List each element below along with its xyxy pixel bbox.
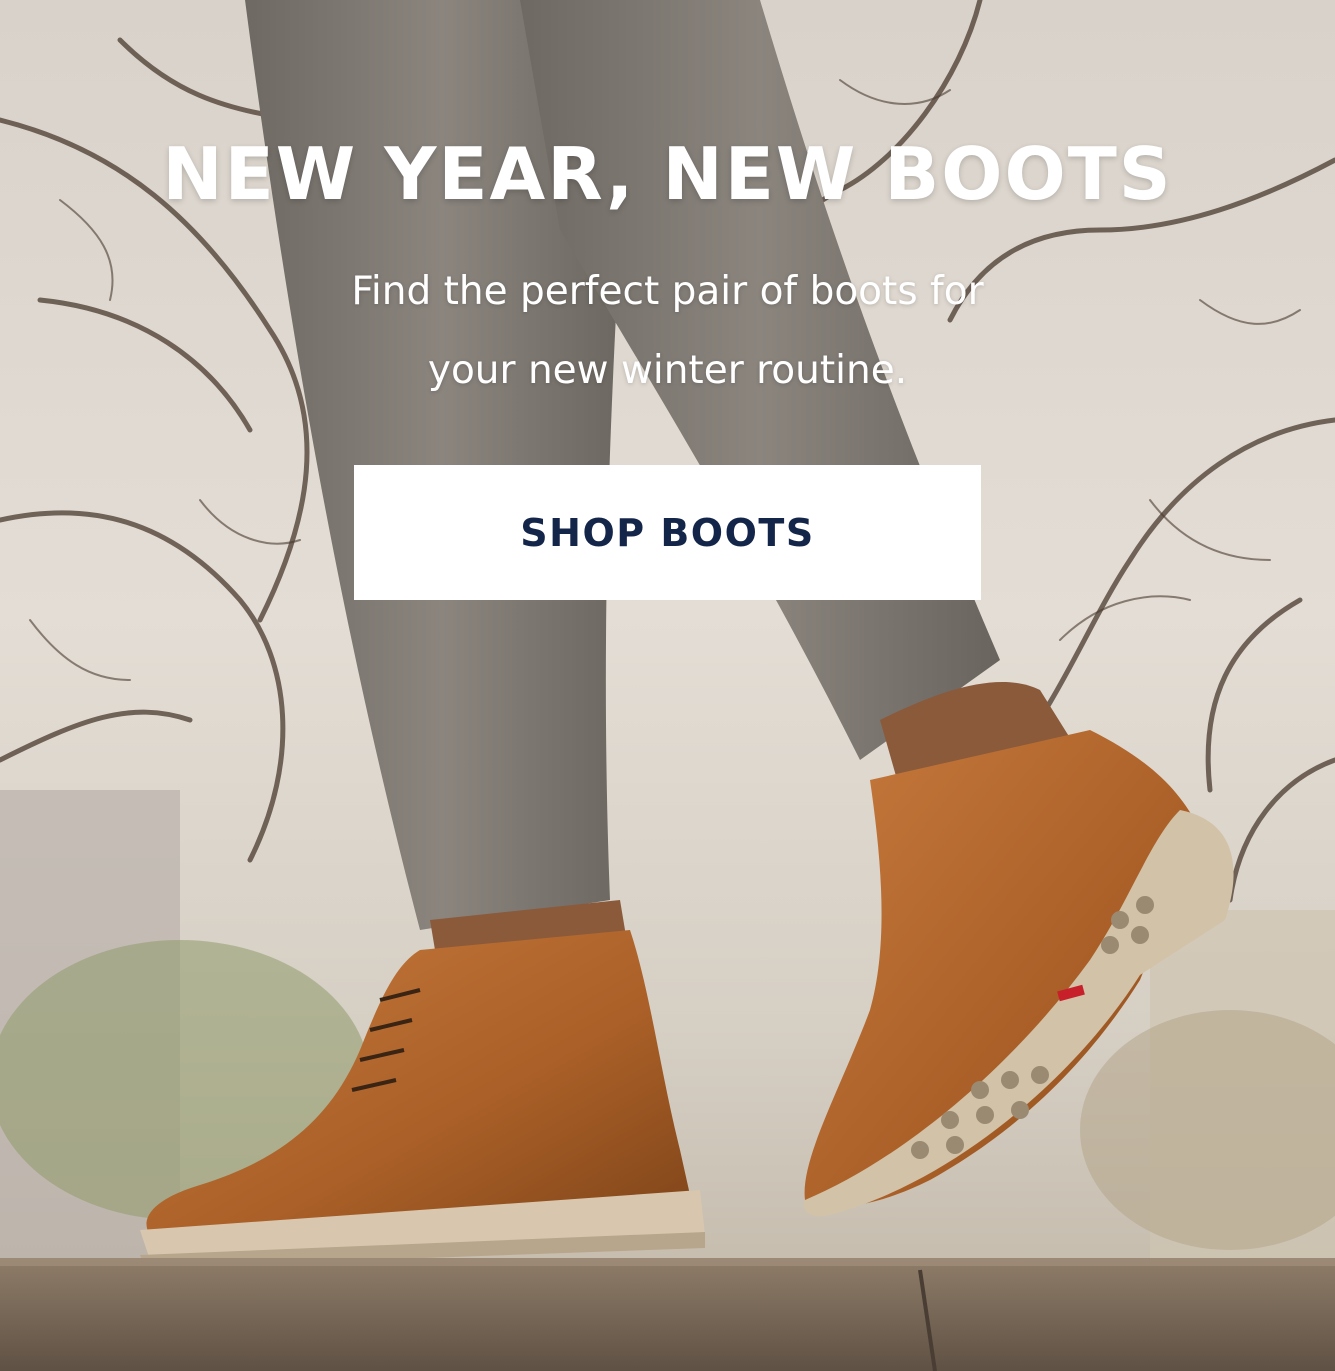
hero-title: NEW YEAR, NEW BOOTS: [162, 132, 1173, 216]
hero-subtitle: Find the perfect pair of boots for your …: [0, 252, 1335, 410]
hero-subtitle-line-1: Find the perfect pair of boots for: [351, 269, 984, 314]
hero-banner[interactable]: NEW YEAR, NEW BOOTS Find the perfect pai…: [0, 0, 1335, 1371]
hero-subtitle-line-2: your new winter routine.: [427, 348, 908, 393]
shop-boots-button[interactable]: SHOP BOOTS: [354, 465, 981, 600]
